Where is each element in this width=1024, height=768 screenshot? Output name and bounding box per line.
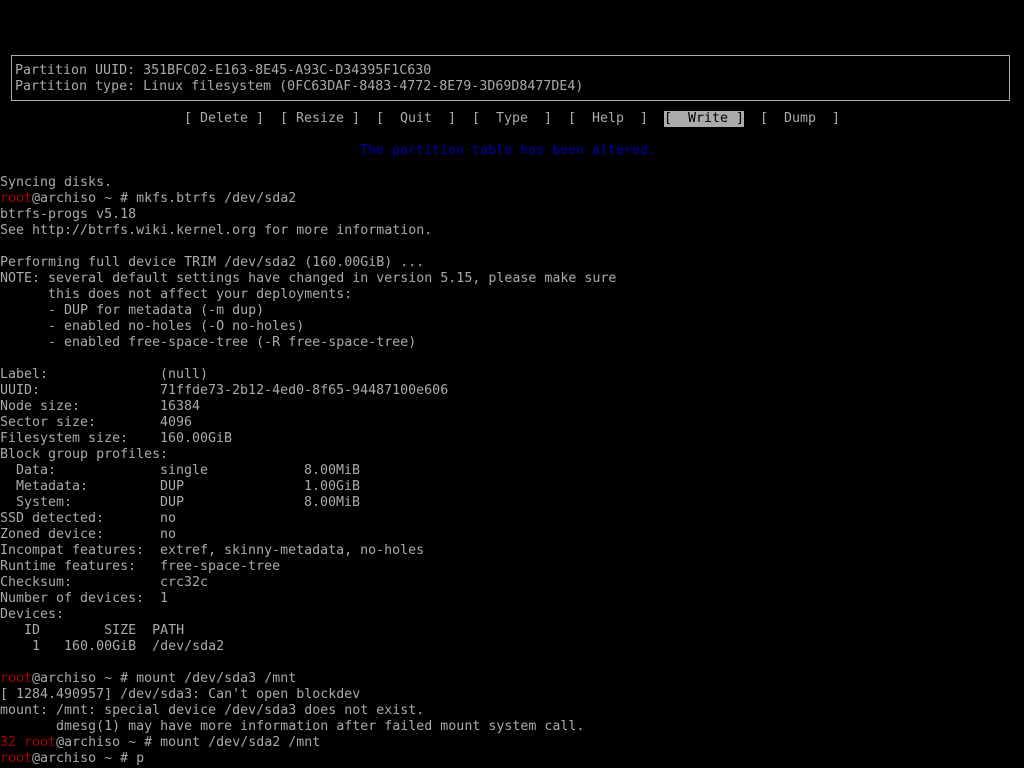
field-value: 160.00GiB	[160, 431, 233, 446]
partition-type-line: Partition type: Linux filesystem (0FC63D…	[15, 79, 584, 94]
output-line: this does not affect your deployments:	[0, 287, 353, 302]
devices-row: 1 160.00GiB /dev/sda2	[0, 639, 225, 654]
output-line: See http://btrfs.wiki.kernel.org for mor…	[0, 223, 433, 238]
field-row: Filesystem size: 160.00GiB	[0, 431, 1024, 447]
prompt-host: @archiso ~ #	[32, 751, 137, 766]
field-value: 16384	[160, 399, 201, 414]
block-group-size: 1.00GiB	[304, 479, 361, 494]
prompt-user: root	[0, 751, 33, 766]
menu-delete-button[interactable]: [ Delete ]	[184, 111, 264, 127]
field-key: Node size:	[0, 399, 81, 414]
block-group-row: System: DUP 8.00MiB	[0, 495, 1024, 511]
field-row: UUID: 71ffde73-2b12-4ed0-8f65-94487100e60…	[0, 383, 1024, 399]
field-key: SSD detected:	[0, 511, 105, 526]
block-group-profile: single	[160, 463, 209, 478]
command-text: mount /dev/sda2 /mnt	[160, 735, 321, 750]
command-text: mkfs.btrfs /dev/sda2	[136, 191, 297, 206]
menu-write-button[interactable]: [ Write ]	[664, 111, 745, 127]
field-value: 71ffde73-2b12-4ed0-8f65-94487100e606	[160, 383, 449, 398]
output-line: Block group profiles:	[0, 447, 169, 462]
prompt-host: @archiso ~ #	[32, 191, 137, 206]
prompt-host: @archiso ~ #	[32, 671, 137, 686]
partition-uuid-line: Partition UUID: 351BFC02-E163-8E45-A93C-…	[15, 63, 432, 78]
prompt-user: root	[0, 191, 33, 206]
block-group-size: 8.00MiB	[304, 463, 361, 478]
field-value: 4096	[160, 415, 193, 430]
block-group-name: Metadata:	[0, 479, 89, 494]
block-group-row: Metadata: DUP 1.00GiB	[0, 479, 1024, 495]
block-group-size: 8.00MiB	[304, 495, 361, 510]
field-key: Checksum:	[0, 575, 73, 590]
partition-info-box: Partition UUID: 351BFC02-E163-8E45-A93C-…	[11, 55, 1010, 101]
field-key: Label:	[0, 367, 49, 382]
field-row: Runtime features: free-space-tree	[0, 559, 1024, 575]
menu-quit-button[interactable]: [ Quit ]	[376, 111, 456, 127]
field-key: Incompat features:	[0, 543, 145, 558]
field-value: extref, skinny-metadata, no-holes	[160, 543, 425, 558]
field-key: Runtime features:	[0, 559, 137, 574]
prompt-line: 32 root@archiso ~ # mount /dev/sda2 /mnt	[0, 735, 320, 751]
field-row: SSD detected: no	[0, 511, 1024, 527]
output-line: [ 1284.490957] /dev/sda3: Can't open blo…	[0, 687, 361, 702]
field-value: crc32c	[160, 575, 209, 590]
current-prompt-line[interactable]: root@archiso ~ # p	[0, 751, 144, 767]
field-value: free-space-tree	[160, 559, 281, 574]
prompt-line: root@archiso ~ # mount /dev/sda3 /mnt	[0, 671, 296, 687]
command-text: mount /dev/sda3 /mnt	[136, 671, 297, 686]
block-group-name: System:	[0, 495, 73, 510]
field-value: 1	[160, 591, 169, 606]
prompt-user: root	[24, 735, 57, 750]
menu-dump-button[interactable]: [ Dump ]	[760, 111, 840, 127]
prompt-line: root@archiso ~ # mkfs.btrfs /dev/sda2	[0, 191, 296, 207]
field-key: UUID:	[0, 383, 41, 398]
menu-type-button[interactable]: [ Type ]	[472, 111, 552, 127]
devices-columns: ID SIZE PATH	[0, 623, 185, 638]
field-row: Incompat features: extref, skinny-metadat…	[0, 543, 1024, 559]
field-value: (null)	[160, 367, 209, 382]
field-row: Checksum: crc32c	[0, 575, 1024, 591]
output-line: - enabled free-space-tree (-R free-space…	[0, 335, 417, 350]
output-line: Performing full device TRIM /dev/sda2 (1…	[0, 255, 425, 270]
output-line: dmesg(1) may have more information after…	[0, 719, 585, 734]
output-line: - DUP for metadata (-m dup)	[0, 303, 265, 318]
cfdisk-menu-bar: [ Delete ] [ Resize ] [ Quit ] [ Type ] …	[0, 111, 1024, 127]
block-group-profile: DUP	[160, 495, 185, 510]
field-key: Sector size:	[0, 415, 97, 430]
menu-help-button[interactable]: [ Help ]	[568, 111, 648, 127]
field-key: Zoned device:	[0, 527, 105, 542]
field-row: Zoned device: no	[0, 527, 1024, 543]
prompt-user: root	[0, 671, 33, 686]
terminal-screen[interactable]: Partition UUID: 351BFC02-E163-8E45-A93C-…	[0, 0, 1024, 768]
field-key: Filesystem size:	[0, 431, 129, 446]
field-key: Number of devices:	[0, 591, 145, 606]
field-row: Node size: 16384	[0, 399, 1024, 415]
field-row: Number of devices: 1	[0, 591, 1024, 607]
field-row: Sector size: 4096	[0, 415, 1024, 431]
block-group-row: Data: single 8.00MiB	[0, 463, 1024, 479]
exit-code: 32	[0, 735, 25, 750]
status-message: The partition table has been altered.	[360, 143, 657, 158]
output-line: - enabled no-holes (-O no-holes)	[0, 319, 305, 334]
output-line: Syncing disks.	[0, 175, 113, 190]
output-line: btrfs-progs v5.18	[0, 207, 137, 222]
output-line: NOTE: several default settings have chan…	[0, 271, 617, 286]
output-line: mount: /mnt: special device /dev/sda3 do…	[0, 703, 425, 718]
command-input[interactable]: p	[136, 751, 144, 766]
output-line: Devices:	[0, 607, 65, 622]
field-value: no	[160, 511, 177, 526]
block-group-profile: DUP	[160, 479, 185, 494]
field-value: no	[160, 527, 177, 542]
block-group-name: Data:	[0, 463, 57, 478]
field-row: Label: (null)	[0, 367, 1024, 383]
menu-resize-button[interactable]: [ Resize ]	[280, 111, 360, 127]
prompt-host: @archiso ~ #	[56, 735, 161, 750]
